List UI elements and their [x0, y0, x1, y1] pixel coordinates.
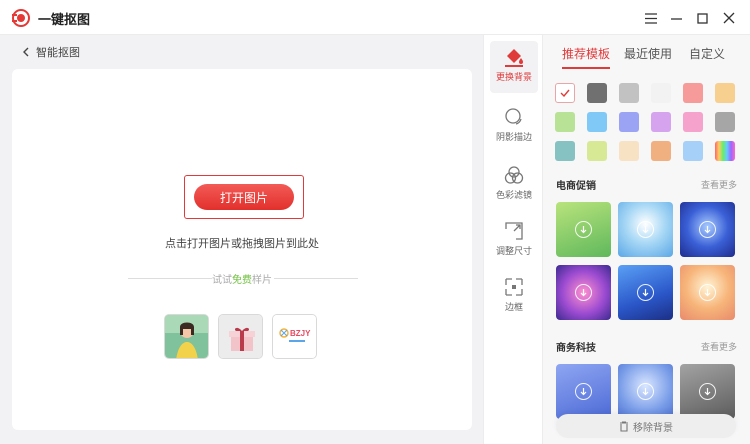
background-panel: 推荐模板 最近使用 自定义 电商促销 查看更多 商务科技 查看更多 移除背景	[543, 35, 750, 444]
menu-icon[interactable]	[641, 8, 661, 28]
section-title: 电商促销	[556, 181, 596, 192]
background-template-thumb[interactable]	[680, 265, 735, 320]
background-template-thumb[interactable]	[556, 364, 611, 419]
remove-background-label: 移除背景	[633, 422, 673, 434]
color-swatch[interactable]	[587, 112, 607, 132]
tool-label: 调整尺寸	[495, 246, 532, 256]
sample-thumb-logo[interactable]: BZJY	[272, 314, 317, 359]
swatch-rainbow[interactable]	[715, 141, 735, 161]
color-swatch[interactable]	[587, 83, 607, 103]
tool-resize[interactable]: 调整尺寸	[490, 215, 538, 267]
download-icon	[575, 383, 592, 400]
background-template-thumb[interactable]	[680, 364, 735, 419]
chevron-left-icon	[23, 47, 29, 57]
swatch-none-selected[interactable]	[555, 83, 575, 103]
back-label: 智能抠图	[36, 47, 80, 59]
tool-label: 色彩滤镜	[495, 190, 532, 200]
color-swatch[interactable]	[619, 141, 639, 161]
back-button[interactable]: 智能抠图	[22, 44, 80, 60]
color-swatch[interactable]	[683, 83, 703, 103]
background-template-thumb[interactable]	[556, 265, 611, 320]
maximize-icon[interactable]	[693, 8, 713, 28]
panel-tabs: 推荐模板 最近使用 自定义	[543, 35, 750, 71]
close-icon[interactable]	[719, 8, 739, 28]
color-swatch[interactable]	[651, 83, 671, 103]
download-icon	[699, 383, 716, 400]
color-swatch[interactable]	[683, 141, 703, 161]
download-icon	[575, 221, 592, 238]
background-template-thumb[interactable]	[618, 364, 673, 419]
color-swatch[interactable]	[619, 112, 639, 132]
color-swatch[interactable]	[683, 112, 703, 132]
color-swatch[interactable]	[651, 112, 671, 132]
tool-label: 阴影描边	[495, 132, 532, 142]
tool-label: 边框	[504, 302, 523, 312]
tool-color-filter[interactable]: 色彩滤镜	[490, 159, 538, 211]
section-title: 商务科技	[556, 343, 596, 354]
color-swatch[interactable]	[651, 141, 671, 161]
color-filter-icon	[504, 166, 524, 184]
tab-recommended[interactable]: 推荐模板	[562, 45, 610, 62]
tab-recent[interactable]: 最近使用	[624, 45, 672, 62]
upload-canvas[interactable]: 打开图片 点击打开图片或拖拽图片到此处 试试免费样片 BZJY	[12, 69, 472, 430]
color-swatch[interactable]	[587, 141, 607, 161]
background-template-thumb[interactable]	[618, 202, 673, 257]
color-swatch[interactable]	[715, 112, 735, 132]
title-bar: 一键抠图	[0, 0, 750, 35]
app-title: 一键抠图	[38, 12, 91, 27]
open-button-highlight: 打开图片	[184, 175, 304, 219]
tool-change-background[interactable]: 更换背景	[490, 41, 538, 93]
download-icon	[699, 284, 716, 301]
tool-label: 更换背景	[495, 72, 532, 82]
color-swatch[interactable]	[555, 141, 575, 161]
active-tab-indicator	[562, 67, 610, 69]
color-swatch[interactable]	[555, 112, 575, 132]
download-icon	[637, 221, 654, 238]
workspace: 智能抠图 打开图片 点击打开图片或拖拽图片到此处 试试免费样片 BZJY	[0, 35, 483, 444]
red-logo-icon	[12, 9, 30, 27]
download-icon	[575, 284, 592, 301]
tool-shadow-stroke[interactable]: 阴影描边	[490, 101, 538, 153]
minimize-icon[interactable]	[667, 8, 687, 28]
trash-icon	[620, 420, 628, 432]
shadow-circle-icon	[505, 108, 522, 125]
tool-sidebar: 更换背景 阴影描边 色彩滤镜 调整尺寸 边框	[483, 35, 543, 444]
background-template-thumb[interactable]	[618, 265, 673, 320]
paint-bucket-icon	[505, 49, 523, 67]
background-template-thumb[interactable]	[556, 202, 611, 257]
download-icon	[637, 284, 654, 301]
tab-custom[interactable]: 自定义	[689, 45, 725, 62]
resize-icon	[505, 222, 523, 240]
view-more-link[interactable]: 查看更多	[701, 178, 737, 191]
tool-border[interactable]: 边框	[490, 271, 538, 323]
sample-thumb-girl[interactable]	[164, 314, 209, 359]
drop-hint: 点击打开图片或拖拽图片到此处	[165, 238, 319, 250]
download-icon	[637, 383, 654, 400]
open-image-button[interactable]: 打开图片	[194, 184, 294, 210]
color-swatch[interactable]	[619, 83, 639, 103]
remove-background-button[interactable]: 移除背景	[556, 414, 736, 438]
sample-thumb-gift[interactable]	[218, 314, 263, 359]
border-icon	[505, 278, 523, 296]
background-template-thumb[interactable]	[680, 202, 735, 257]
sample-label: 试试免费样片	[212, 275, 272, 286]
view-more-link[interactable]: 查看更多	[701, 340, 737, 353]
download-icon	[699, 221, 716, 238]
color-swatch[interactable]	[715, 83, 735, 103]
logo-sample-text: BZJY	[290, 329, 311, 338]
check-icon	[560, 89, 570, 97]
